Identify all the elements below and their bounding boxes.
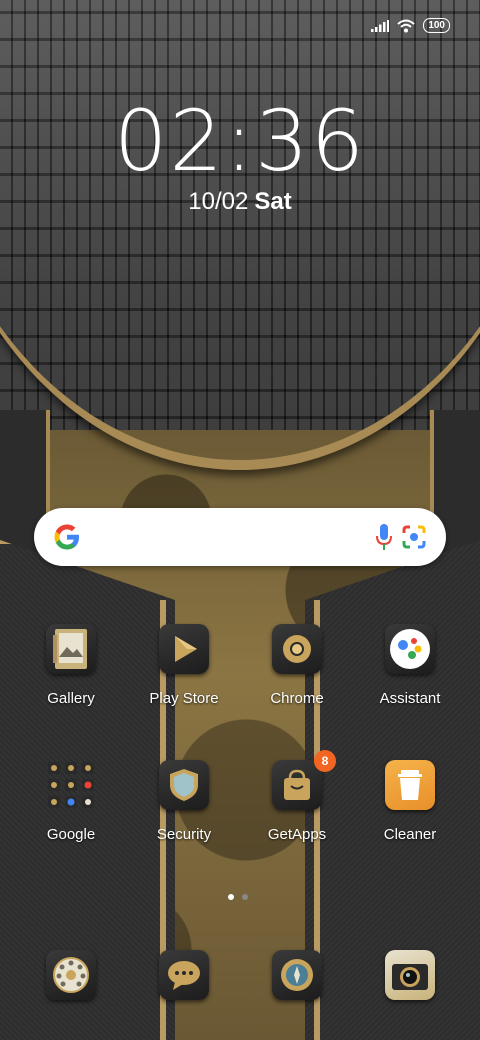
day-of-week: Sat [254,188,292,215]
google-lens-icon[interactable] [400,523,428,551]
dock-phone[interactable] [16,950,126,1000]
page-dot [242,894,248,900]
app-gallery[interactable]: Gallery [16,624,126,707]
phone-dialer-icon [46,950,96,1000]
dock-messages[interactable] [129,950,239,1000]
getapps-icon: 8 [272,750,336,810]
app-label: Security [156,826,212,843]
dock-camera[interactable] [355,950,465,1000]
security-icon [159,760,209,810]
app-label: GetApps [267,826,327,843]
app-label: Gallery [47,690,95,707]
date-text: 10/02 [188,188,249,215]
app-play-store[interactable]: Play Store [129,624,239,707]
app-chrome[interactable]: Chrome [242,624,352,707]
dock-compass[interactable] [242,950,352,1000]
app-label: Play Store [149,690,219,707]
app-google-folder[interactable]: Google [16,760,126,843]
camera-icon [385,950,435,1000]
clock-time[interactable]: 02:36 [0,92,480,190]
google-search-bar[interactable] [34,508,446,566]
page-dot-active [228,894,234,900]
app-assistant[interactable]: Assistant [355,624,465,707]
signal-icon [371,19,390,32]
app-label: Chrome [270,690,324,707]
app-label: Cleaner [383,826,437,843]
app-security[interactable]: Security [129,760,239,843]
google-logo-icon [54,524,79,550]
app-label: Google [46,826,96,843]
gallery-icon [46,624,96,674]
cleaner-icon [385,760,435,810]
status-bar: 100 [371,18,450,33]
play-store-icon [159,624,209,674]
app-getapps[interactable]: 8 GetApps [242,750,352,843]
battery-indicator: 100 [423,18,450,33]
wifi-icon [397,19,415,32]
microphone-icon[interactable] [376,522,392,552]
google-folder-icon [46,760,96,810]
notification-badge: 8 [314,750,336,772]
app-label: Assistant [379,690,441,707]
assistant-icon [385,624,435,674]
clock-date[interactable]: 10/02 Sat [0,188,480,216]
compass-icon [272,950,322,1000]
chrome-icon [272,624,322,674]
page-indicator [228,894,248,900]
messages-icon [159,950,209,1000]
app-cleaner[interactable]: Cleaner [355,760,465,843]
